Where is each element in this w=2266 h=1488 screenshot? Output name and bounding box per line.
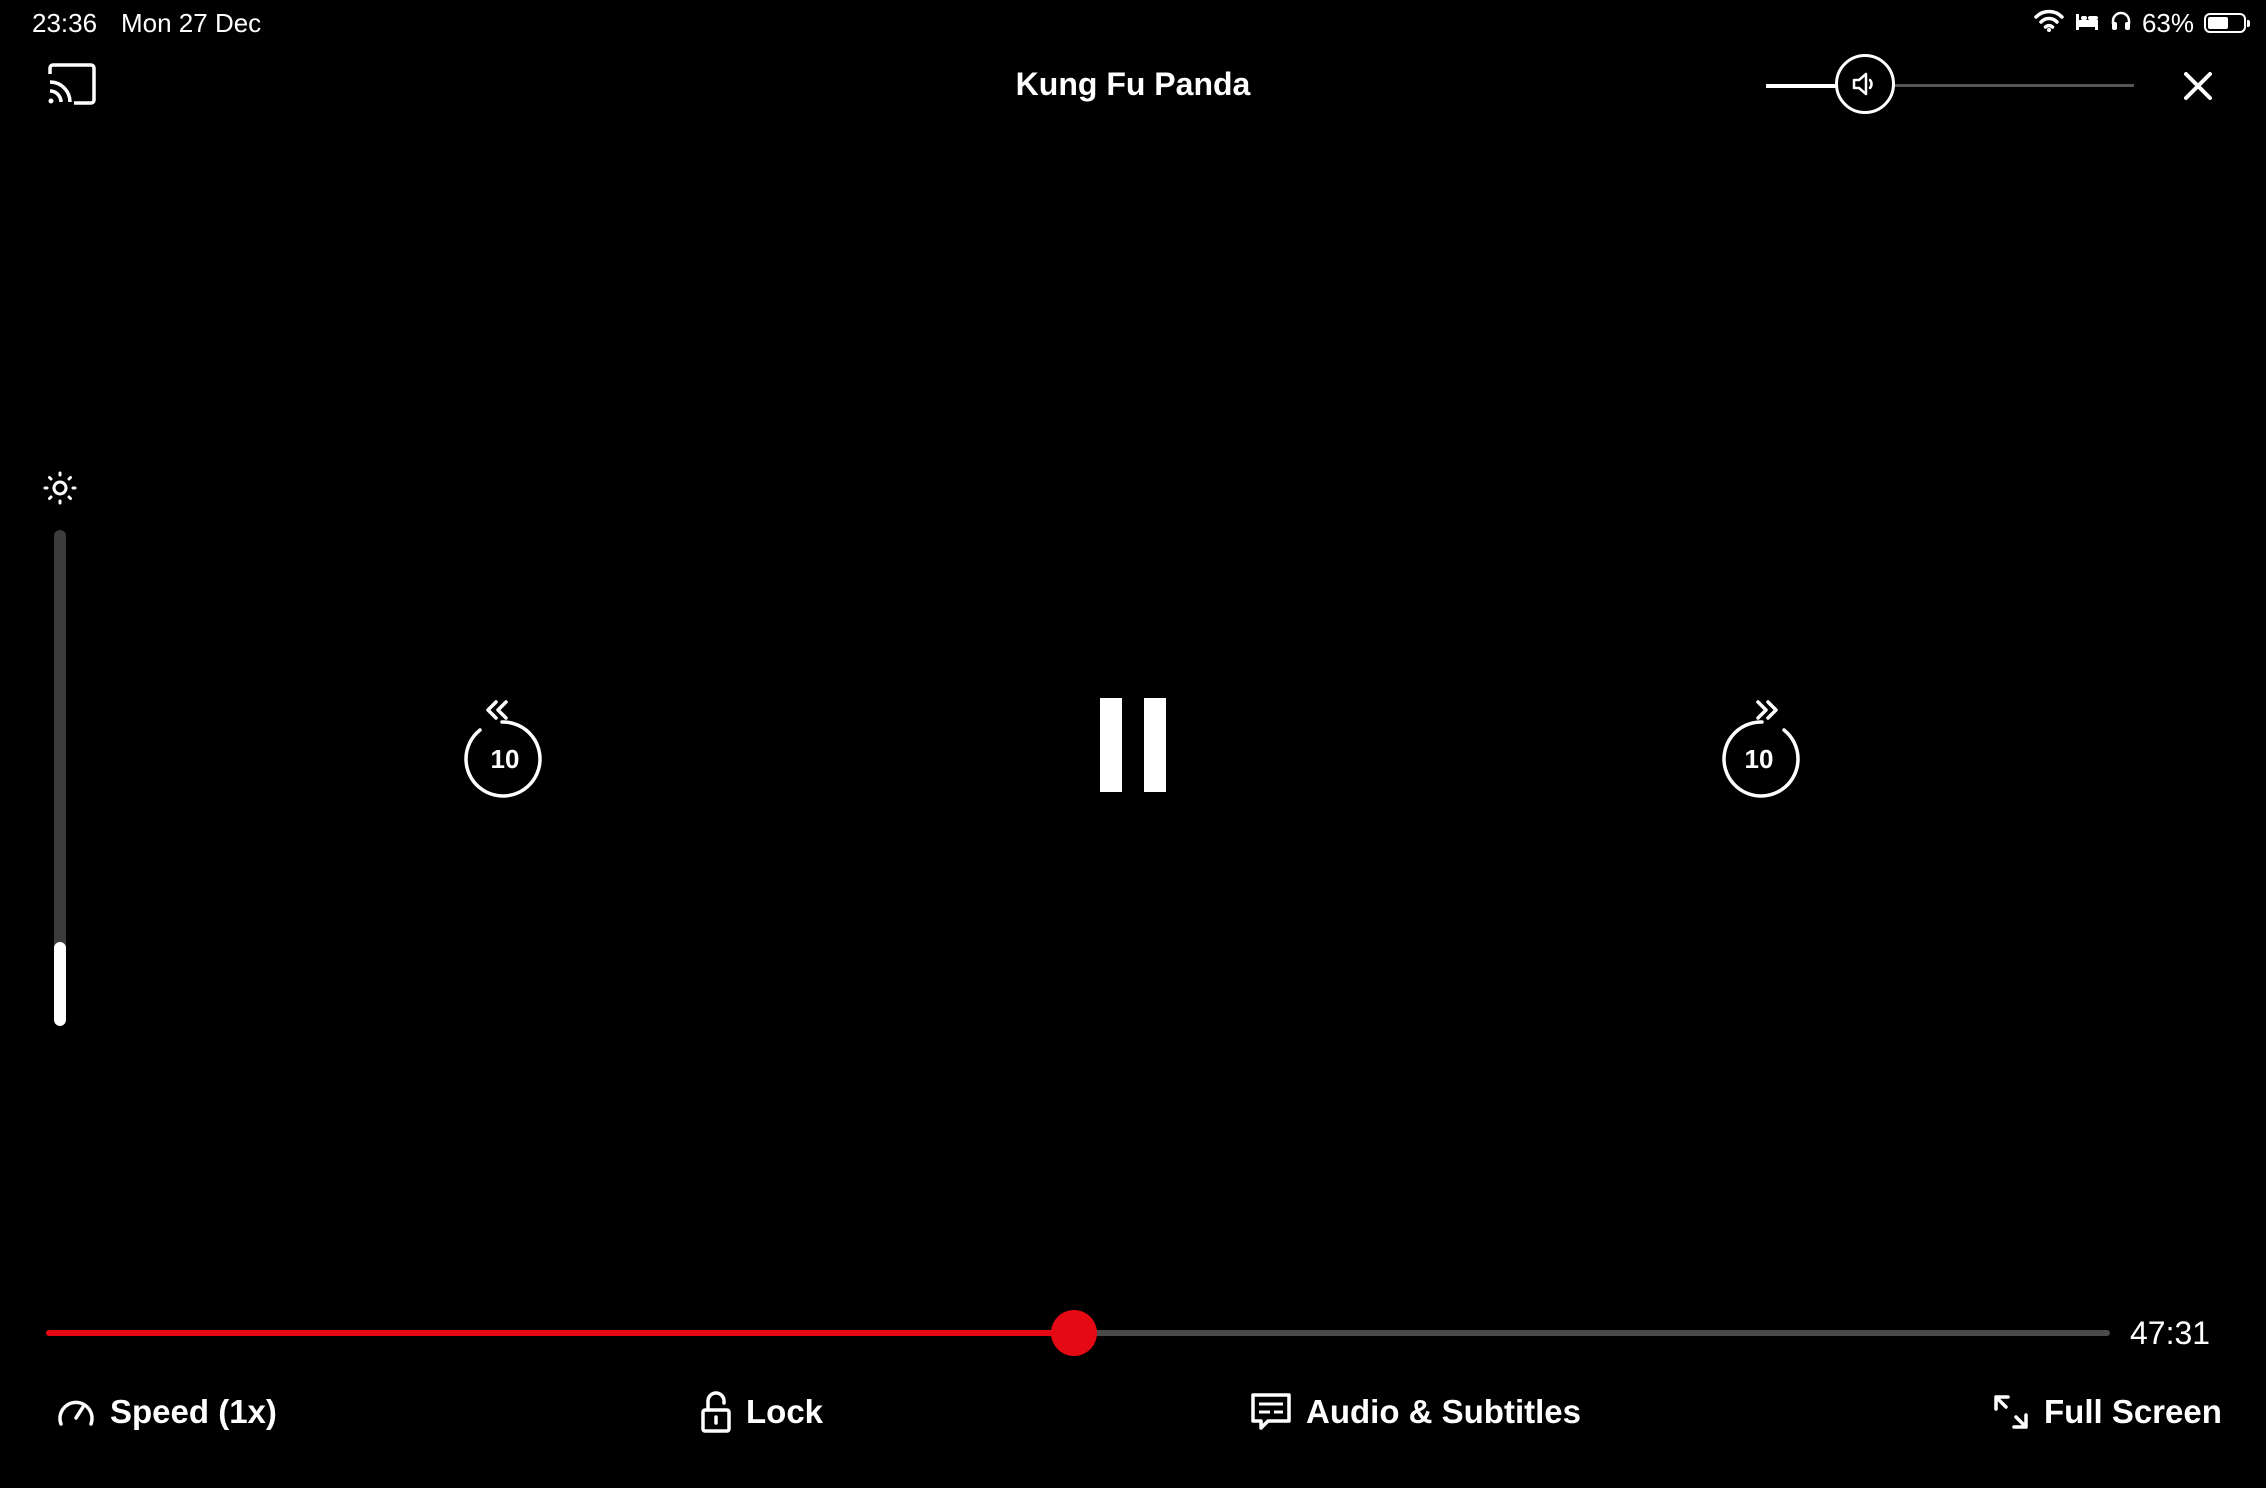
pause-icon [1100, 698, 1122, 792]
speed-label: Speed (1x) [110, 1393, 277, 1430]
full-screen-button[interactable]: Full Screen [1992, 1388, 2222, 1436]
status-time: 23:36 [32, 8, 98, 38]
audio-subtitles-label: Audio & Subtitles [1306, 1393, 1581, 1430]
volume-slider[interactable] [1766, 52, 2134, 120]
forward-seconds-label: 10 [1744, 744, 1774, 774]
volume-knob[interactable] [1835, 54, 1896, 114]
speaker-icon [1853, 72, 1874, 96]
wifi-icon [2034, 9, 2064, 38]
sleep-icon [2074, 11, 2100, 36]
headphones-icon [2110, 10, 2132, 37]
lock-button[interactable]: Lock [700, 1388, 823, 1436]
lock-label: Lock [746, 1393, 824, 1430]
time-remaining: 47:31 [2130, 1315, 2211, 1351]
expand-icon [1994, 1395, 2028, 1429]
status-icons: 63% [2034, 6, 2250, 40]
progress-played [46, 1330, 1074, 1336]
subtitles-icon [1251, 1393, 1291, 1430]
pause-button[interactable] [1100, 698, 1166, 792]
speed-button[interactable]: Speed (1x) [56, 1388, 277, 1436]
unlock-icon [701, 1391, 731, 1433]
rewind-seconds-label: 10 [490, 744, 520, 774]
speedometer-icon [58, 1400, 94, 1426]
close-button[interactable] [2178, 66, 2218, 106]
audio-subtitles-button[interactable]: Audio & Subtitles [1250, 1388, 1581, 1436]
rewind-10-button[interactable]: 10 [460, 694, 550, 798]
progress-bar[interactable] [46, 1310, 2110, 1356]
brightness-slider[interactable] [54, 530, 66, 1026]
forward-10-button[interactable]: 10 [1714, 694, 1804, 798]
full-screen-label: Full Screen [2044, 1393, 2222, 1430]
brightness-icon [42, 470, 78, 506]
close-icon [2184, 72, 2212, 100]
video-player-screen: 23:36 Mon 27 Dec 63% Kung Fu Panda 10 10… [0, 0, 2266, 1488]
status-date: Mon 27 Dec [121, 8, 262, 38]
brightness-level [54, 941, 66, 1026]
scrubber-handle[interactable] [1050, 1310, 1097, 1356]
battery-icon [2204, 13, 2250, 33]
battery-percentage: 63% [2141, 8, 2194, 38]
